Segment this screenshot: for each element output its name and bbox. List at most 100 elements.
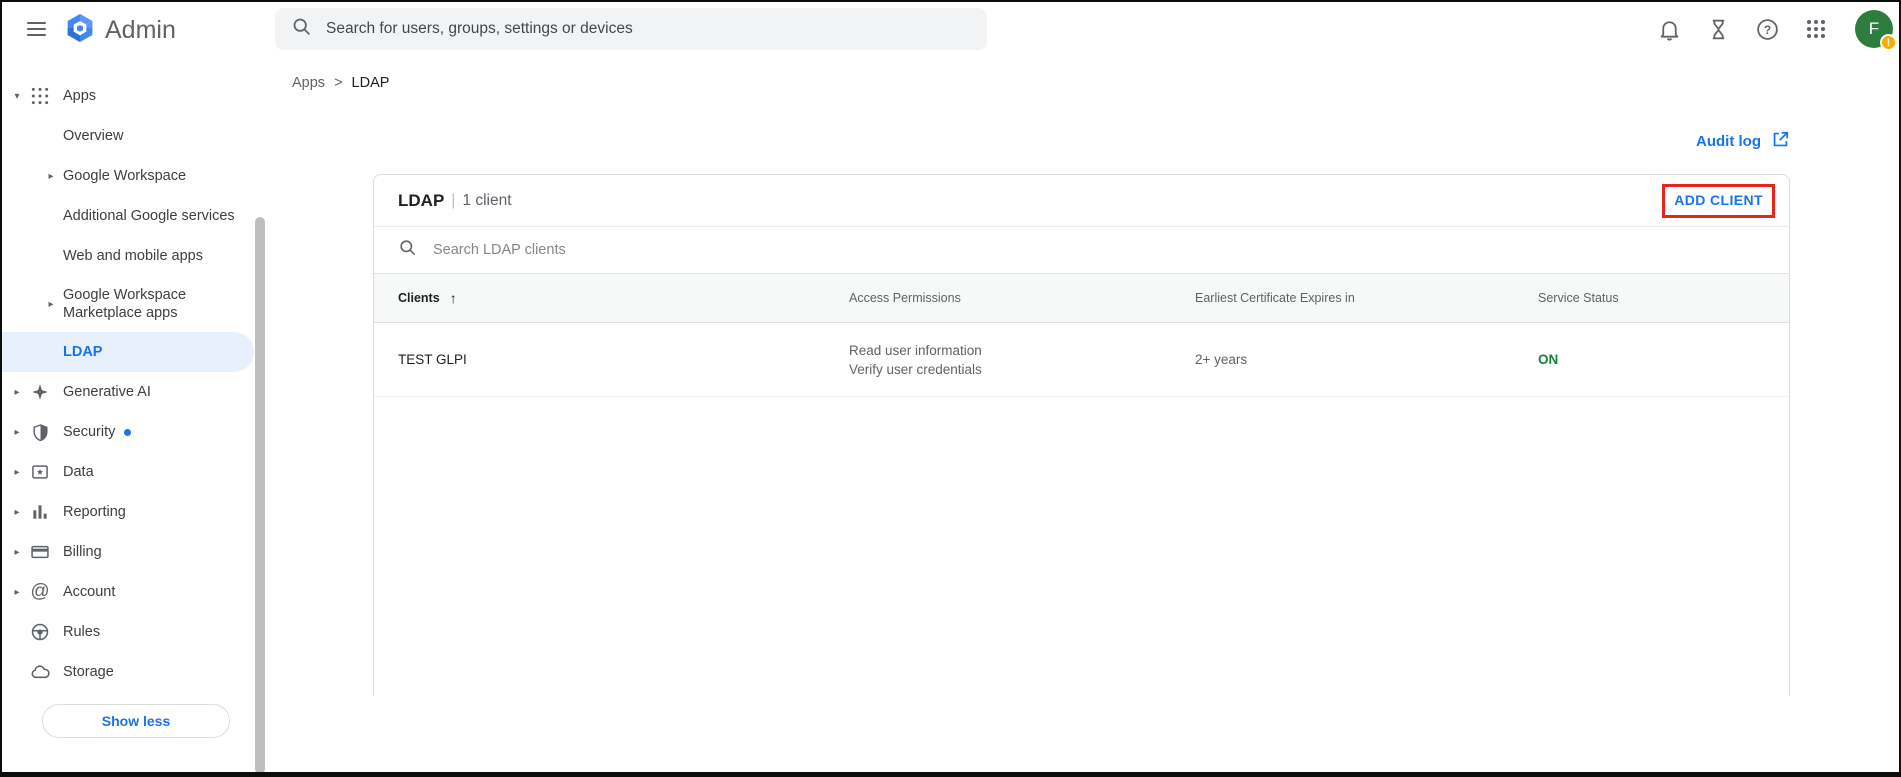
- sidebar-item-label: Reporting: [63, 503, 134, 521]
- sidebar-item-label: Web and mobile apps: [63, 247, 211, 265]
- brand-name: Admin: [105, 16, 176, 45]
- global-search-input[interactable]: [326, 20, 971, 38]
- access-permissions-cell: Read user information Verify user creden…: [849, 341, 1195, 379]
- admin-hexagon-logo-icon: [64, 12, 96, 49]
- user-avatar[interactable]: F !: [1855, 10, 1893, 48]
- credit-card-icon: [28, 540, 52, 564]
- main-content: Apps > LDAP Audit log: [267, 56, 1899, 774]
- chevron-right-icon[interactable]: ▸: [10, 507, 24, 518]
- chevron-right-icon[interactable]: ▸: [10, 547, 24, 558]
- audit-log-label: Audit log: [1696, 133, 1761, 150]
- sidebar-item-data[interactable]: ▸ Data: [2, 452, 254, 492]
- sidebar-item-overview[interactable]: Overview: [2, 116, 254, 156]
- permission-line: Read user information: [849, 341, 1195, 360]
- sidebar-item-google-workspace[interactable]: ▸ Google Workspace: [2, 156, 254, 196]
- notification-dot: [124, 429, 131, 436]
- table-row[interactable]: TEST GLPI Read user information Verify u…: [374, 323, 1789, 397]
- sidebar-item-web-and-mobile-apps[interactable]: Web and mobile apps: [2, 236, 254, 276]
- sidebar-scrollbar[interactable]: [255, 217, 265, 774]
- sidebar-item-label: Storage: [63, 663, 122, 681]
- certificate-expires-cell: 2+ years: [1195, 350, 1538, 369]
- help-icon[interactable]: ?: [1753, 15, 1781, 43]
- sidebar-item-label: Data: [63, 463, 102, 481]
- sidebar-item-label: Security: [63, 423, 139, 441]
- app-launcher-grid-icon[interactable]: [1802, 15, 1830, 43]
- chevron-right-icon[interactable]: ▸: [10, 427, 24, 438]
- sidebar-item-rules[interactable]: Rules: [2, 612, 254, 652]
- sidebar-item-label: LDAP: [63, 343, 110, 361]
- breadcrumb-ldap: LDAP: [352, 75, 390, 91]
- column-header-service-status: Service Status: [1538, 291, 1765, 305]
- sidebar-item-storage[interactable]: Storage: [2, 652, 254, 692]
- admin-console-window: Admin: [0, 0, 1901, 777]
- add-client-button[interactable]: ADD CLIENT: [1674, 192, 1763, 208]
- chevron-right-icon[interactable]: ▸: [44, 299, 58, 310]
- annotation-highlight-box: ADD CLIENT: [1662, 184, 1775, 218]
- sort-ascending-icon[interactable]: ↑: [450, 290, 457, 306]
- audit-log-link[interactable]: Audit log: [1696, 128, 1790, 154]
- sidebar-item-additional-google-services[interactable]: Additional Google services: [2, 196, 254, 236]
- notifications-bell-icon[interactable]: [1655, 15, 1683, 43]
- cloud-icon: [28, 660, 52, 684]
- sidebar-item-ldap[interactable]: LDAP: [2, 332, 254, 372]
- sidebar-item-generative-ai[interactable]: ▸ Generative AI: [2, 372, 254, 412]
- client-count: 1 client: [462, 192, 511, 210]
- ldap-clients-card: LDAP | 1 client ADD CLIENT: [373, 174, 1790, 696]
- svg-text:?: ?: [1763, 22, 1770, 36]
- column-header-access-permissions: Access Permissions: [849, 291, 1195, 305]
- table-header-row: Clients ↑ Access Permissions Earliest Ce…: [374, 273, 1789, 323]
- clients-search-input[interactable]: [433, 242, 1765, 258]
- breadcrumb-separator: >: [334, 75, 342, 91]
- google-admin-logo[interactable]: Admin: [64, 12, 176, 49]
- chevron-right-icon[interactable]: ▸: [10, 387, 24, 398]
- sidebar-item-reporting[interactable]: ▸ Reporting: [2, 492, 254, 532]
- permission-line: Verify user credentials: [849, 360, 1195, 379]
- top-app-bar: Admin: [2, 2, 1899, 56]
- chevron-down-icon[interactable]: ▾: [10, 91, 24, 102]
- card-title: LDAP: [398, 191, 444, 211]
- card-header: LDAP | 1 client ADD CLIENT: [374, 175, 1789, 227]
- chevron-right-icon[interactable]: ▸: [10, 587, 24, 598]
- search-icon: [291, 16, 312, 42]
- title-separator: |: [451, 192, 455, 210]
- column-header-clients[interactable]: Clients ↑: [398, 290, 849, 306]
- open-in-new-icon: [1771, 130, 1790, 153]
- sidebar-item-label: Rules: [63, 623, 108, 641]
- client-name[interactable]: TEST GLPI: [398, 350, 849, 369]
- global-search-bar[interactable]: [275, 8, 987, 50]
- sparkle-icon: [28, 380, 52, 404]
- avatar-alert-badge: !: [1880, 34, 1897, 51]
- apps-grid-icon: [28, 84, 52, 108]
- sidebar-item-marketplace-apps[interactable]: ▸ Google Workspace Marketplace apps: [2, 276, 254, 332]
- sidebar-item-security[interactable]: ▸ Security: [2, 412, 254, 452]
- main-menu-hamburger-icon[interactable]: [24, 17, 48, 41]
- sidebar-item-label: Generative AI: [63, 383, 159, 401]
- folder-star-icon: [28, 460, 52, 484]
- bar-chart-icon: [28, 500, 52, 524]
- navigation-sidebar: ▾ Apps Overview ▸ Google Workspace A: [2, 56, 267, 774]
- sidebar-item-billing[interactable]: ▸ Billing: [2, 532, 254, 572]
- sidebar-item-label: Account: [63, 583, 123, 601]
- clients-search-bar[interactable]: [374, 227, 1789, 273]
- chevron-right-icon[interactable]: ▸: [10, 467, 24, 478]
- sidebar-item-label: Google Workspace Marketplace apps: [63, 286, 254, 322]
- sidebar-item-label: Overview: [63, 127, 131, 145]
- chevron-right-icon[interactable]: ▸: [44, 171, 58, 182]
- sidebar-item-apps[interactable]: ▾ Apps: [2, 76, 254, 116]
- breadcrumb: Apps > LDAP: [292, 72, 1899, 94]
- hourglass-icon[interactable]: [1704, 15, 1732, 43]
- show-less-button[interactable]: Show less: [42, 704, 230, 738]
- sidebar-item-label: Additional Google services: [63, 207, 243, 225]
- column-header-earliest-certificate: Earliest Certificate Expires in: [1195, 291, 1538, 305]
- steering-wheel-icon: [28, 620, 52, 644]
- sidebar-item-account[interactable]: ▸ @ Account: [2, 572, 254, 612]
- sidebar-item-label: Apps: [63, 87, 104, 105]
- breadcrumb-apps[interactable]: Apps: [292, 75, 325, 91]
- sidebar-item-label: Google Workspace: [63, 167, 194, 185]
- at-sign-icon: @: [28, 580, 52, 604]
- topbar-action-icons: ? F !: [1655, 2, 1893, 56]
- service-status-badge: ON: [1538, 350, 1765, 369]
- shield-icon: [28, 420, 52, 444]
- search-icon: [398, 238, 417, 262]
- sidebar-item-label: Billing: [63, 543, 110, 561]
